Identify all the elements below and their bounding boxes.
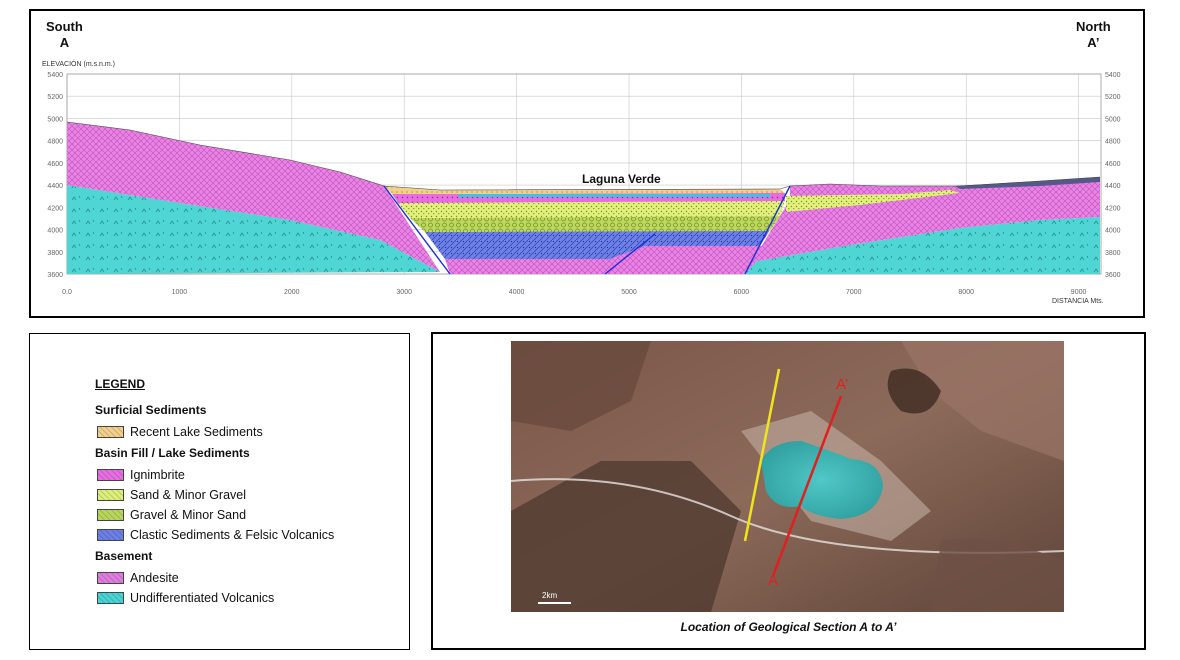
legend-swatch [97, 469, 124, 481]
legend-swatch [97, 592, 124, 604]
point-a-label: A [768, 572, 778, 589]
y-tick-label-right: 4800 [1105, 139, 1121, 146]
y-tick-label-left: 5000 [47, 116, 63, 123]
x-axis-ticks: 0.0 1000 2000 3000 4000 5000 6000 7000 8000 9000 [62, 289, 1086, 296]
x-tick-label: 9000 [1071, 289, 1087, 296]
x-tick-label: 5000 [621, 289, 637, 296]
y-tick-label-right: 3600 [1105, 272, 1121, 279]
y-tick-label-right: 5000 [1105, 116, 1121, 123]
y-tick-label-right: 5200 [1105, 94, 1121, 101]
y-tick-label-left: 4400 [47, 183, 63, 190]
y-axis-ticks-left: 5400 5200 5000 4800 4600 4400 4200 4000 3800 3600 [47, 72, 63, 279]
legend-item: Ignimbrite [97, 468, 185, 482]
satellite-location-map: A’ A 2km [511, 341, 1064, 612]
legend-swatch [97, 509, 124, 521]
legend-item: Undifferentiated Volcanics [97, 591, 274, 605]
y-tick-label-left: 4800 [47, 139, 63, 146]
y-axis-label: ELEVACIÓN (m.s.n.m.) [42, 59, 115, 68]
legend-item: Andesite [97, 571, 179, 585]
x-tick-label: 8000 [958, 289, 974, 296]
lake-water [458, 194, 770, 197]
scale-bar-label: 2km [542, 591, 557, 600]
legend-swatch [97, 426, 124, 438]
legend-item: Recent Lake Sediments [97, 425, 263, 439]
x-tick-label: 0.0 [62, 289, 72, 296]
y-tick-label-right: 3800 [1105, 250, 1121, 257]
y-tick-label-right: 5400 [1105, 72, 1121, 79]
y-tick-label-left: 4600 [47, 161, 63, 168]
map-caption: Location of Geological Section A to A’ [680, 620, 897, 634]
geological-cross-section: 5400 5200 5000 4800 4600 4400 4200 4000 3800 3600… [42, 59, 1121, 305]
x-axis-label: DISTANCIA Mts. [1052, 298, 1104, 305]
y-tick-label-left: 4200 [47, 205, 63, 212]
legend-group-heading: Basin Fill / Lake Sediments [95, 446, 250, 460]
point-a-prime-label: A’ [836, 376, 848, 393]
y-tick-label-right: 4600 [1105, 161, 1121, 168]
legend-group-heading: Surficial Sediments [95, 403, 207, 417]
legend-item: Clastic Sediments & Felsic Volcanics [97, 528, 334, 542]
legend-item-label: Gravel & Minor Sand [130, 508, 247, 522]
legend-item-label: Recent Lake Sediments [130, 425, 263, 439]
legend-item-label: Andesite [130, 571, 179, 585]
gravel-minor-sand-layer [410, 216, 780, 232]
legend-item: Gravel & Minor Sand [97, 508, 246, 522]
legend-group-heading: Basement [95, 549, 153, 563]
y-axis-ticks-right: 5400 5200 5000 4800 4600 4400 4200 4000 3800 3600 [1105, 72, 1121, 279]
legend-swatch [97, 529, 124, 541]
sand-minor-gravel-layer [398, 201, 785, 218]
legend-item-label: Ignimbrite [130, 468, 185, 482]
legend-swatch [97, 489, 124, 501]
x-tick-label: 6000 [734, 289, 750, 296]
y-tick-label-left: 4000 [47, 228, 63, 235]
y-tick-label-right: 4000 [1105, 228, 1121, 235]
legend-swatch [97, 572, 124, 584]
legend-item-label: Sand & Minor Gravel [130, 488, 247, 502]
y-tick-label-right: 4400 [1105, 183, 1121, 190]
geology-layers [66, 121, 1101, 275]
legend-item-label: Undifferentiated Volcanics [130, 591, 275, 605]
y-tick-label-left: 3800 [47, 250, 63, 257]
y-tick-label-left: 3600 [47, 272, 63, 279]
x-tick-label: 2000 [284, 289, 300, 296]
x-tick-label: 3000 [396, 289, 412, 296]
x-tick-label: 7000 [846, 289, 862, 296]
y-tick-label-left: 5200 [47, 94, 63, 101]
legend-item-label: Clastic Sediments & Felsic Volcanics [130, 528, 335, 542]
x-tick-label: 1000 [172, 289, 188, 296]
legend-item: Sand & Minor Gravel [97, 488, 246, 502]
x-tick-label: 4000 [509, 289, 525, 296]
y-tick-label-right: 4200 [1105, 205, 1121, 212]
y-tick-label-left: 5400 [47, 72, 63, 79]
legend-title: LEGEND [95, 377, 146, 391]
lake-label: Laguna Verde [582, 172, 661, 186]
